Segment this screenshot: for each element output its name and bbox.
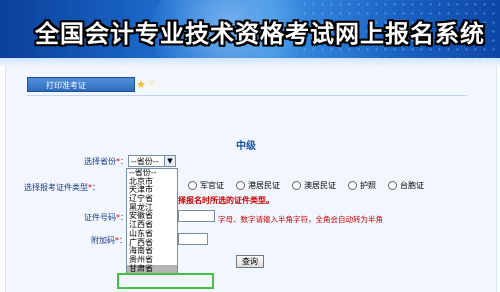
code-input[interactable] [178, 233, 208, 245]
province-label: 选择省份*： [84, 157, 128, 166]
id-number-input[interactable] [178, 210, 215, 222]
code-label: 附加码*： [91, 236, 127, 245]
id-number-hint: 字母、数字请输入半角字符，全角会自动转为半角 [218, 215, 383, 224]
id-type-radio[interactable] [292, 181, 301, 190]
tab-print-admission[interactable]: 打印准考证 [27, 77, 135, 92]
id-type-radio[interactable] [348, 181, 357, 190]
id-type-label: 选择报考证件类型*： [24, 183, 100, 192]
divider [27, 95, 467, 96]
id-type-radio[interactable] [388, 181, 397, 190]
id-type-option-label: 护照 [360, 181, 376, 190]
id-type-radio[interactable] [188, 181, 197, 190]
chevron-down-icon[interactable]: ▼ [164, 156, 175, 166]
level-title: 中级 [236, 141, 256, 152]
header-strip [0, 58, 500, 66]
id-type-radio[interactable] [236, 181, 245, 190]
province-dropdown-list[interactable]: --省份-- 北京市 天津市 辽宁省 黑龙江 安徽省 江西省 山东省 广西省 海南省 贵州省 甘肃省 [126, 168, 178, 274]
id-type-option-label: 港居民证 [248, 181, 280, 190]
province-option[interactable]: 甘肃省 [127, 264, 177, 273]
id-type-option-label: 台胞证 [400, 181, 424, 190]
id-number-label: 证件号码*： [84, 213, 128, 222]
highlight-box [117, 273, 214, 289]
site-title: 全国会计专业技术资格考试网上报名系统 [35, 20, 485, 48]
header-banner: 全国会计专业技术资格考试网上报名系统 [0, 0, 500, 58]
id-type-option-label: 澳居民证 [304, 181, 336, 190]
id-type-option-label: 军官证 [200, 181, 224, 190]
id-type-warning: 择报名时所选的证件类型。 [178, 196, 274, 205]
star-icon-small: ☆ [148, 78, 157, 88]
id-type-radio-group: 军官证 港居民证 澳居民证 护照 台胞证 [176, 180, 424, 191]
submit-button[interactable]: 查询 [236, 255, 264, 268]
province-select[interactable]: --省份-- ▼ [128, 155, 176, 167]
tab-label: 打印准考证 [46, 81, 86, 90]
star-icon: ★ [136, 78, 146, 91]
